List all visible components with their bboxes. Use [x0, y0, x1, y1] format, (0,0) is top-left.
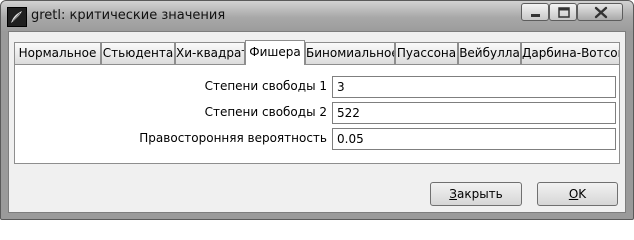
- close-button[interactable]: Закрыть: [430, 182, 522, 206]
- tab-binomial[interactable]: Биномиальное: [305, 42, 395, 64]
- tab-durbin-watson[interactable]: Дарбина-Вотсона: [521, 42, 620, 64]
- ok-button-label: K: [578, 187, 587, 201]
- right-tail-probability-label: Правосторонняя вероятность: [139, 131, 327, 145]
- tab-weibull[interactable]: Вейбулла: [458, 42, 521, 64]
- distribution-tabs: Нормальное Стьюдента Хи-квадрат Фишера Б…: [14, 40, 620, 65]
- close-button-label: акрыть: [456, 187, 503, 201]
- ok-button-mnemonic: O: [568, 187, 579, 201]
- right-tail-probability-field[interactable]: 0.05: [332, 128, 616, 150]
- maximize-button[interactable]: [549, 3, 577, 21]
- window-title: gretl: критические значения: [31, 8, 226, 23]
- dialog-content: Нормальное Стьюдента Хи-квадрат Фишера Б…: [8, 31, 626, 213]
- close-window-button[interactable]: [577, 3, 623, 21]
- tab-poisson[interactable]: Пуассона: [395, 42, 458, 64]
- df1-field[interactable]: 3: [332, 76, 616, 98]
- gretl-app-icon: [7, 7, 27, 27]
- close-button-mnemonic: З: [449, 187, 457, 201]
- maximize-icon: [558, 7, 570, 18]
- title-bar[interactable]: gretl: критические значения: [1, 1, 633, 31]
- tab-chi-square[interactable]: Хи-квадрат: [175, 42, 245, 64]
- ok-button[interactable]: OK: [537, 182, 618, 206]
- minimize-button[interactable]: [521, 3, 549, 21]
- dialog-window: gretl: критические значения Нормальное С…: [0, 0, 634, 220]
- fisher-panel: Степени свободы 1 3 Степени свободы 2 52…: [14, 64, 620, 164]
- df2-field[interactable]: 522: [332, 102, 616, 124]
- tab-fisher[interactable]: Фишера: [245, 40, 305, 65]
- tab-normal[interactable]: Нормальное: [14, 42, 101, 64]
- df2-label: Степени свободы 2: [204, 105, 327, 119]
- minimize-icon: [531, 14, 540, 17]
- df1-label: Степени свободы 1: [204, 79, 327, 93]
- close-icon: [594, 6, 608, 19]
- tab-student[interactable]: Стьюдента: [101, 42, 175, 64]
